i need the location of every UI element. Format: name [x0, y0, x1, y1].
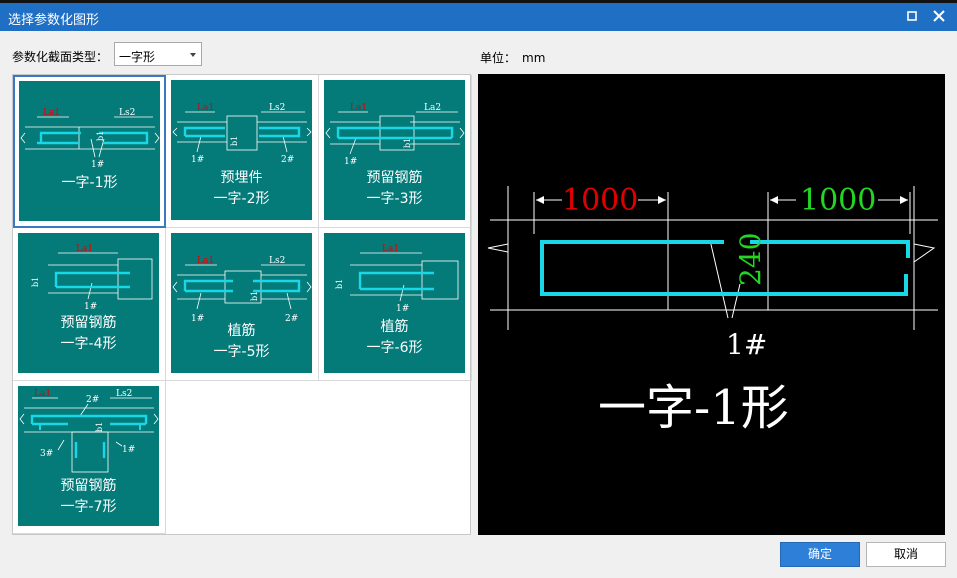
shape-3-drawing: La1 La2 b1 1# [325, 103, 465, 167]
dim-label: b1 [335, 279, 344, 289]
dim-label: La1 [350, 103, 367, 113]
dim-label: b1 [96, 131, 105, 141]
dim-label: b1 [250, 291, 259, 301]
dim-label: b1 [403, 138, 412, 148]
dim-label: Ls2 [119, 108, 135, 118]
shape-thumbnail: La1 Ls2 b1 1# 2# 植筋 一字-5形 [171, 233, 312, 373]
shape-4-drawing: La1 b1 1# [31, 244, 153, 312]
shape-preview: 1000 1000 240 1# 一字-1形 [478, 74, 945, 535]
shape-thumbnail: La1 b1 1# 植筋 一字-6形 [324, 233, 465, 373]
preview-drawing: 1000 1000 240 1# 一字-1形 [487, 183, 938, 436]
shape-caption: 预埋件 一字-2形 [213, 170, 270, 207]
shape-thumbnail: La1 Ls2 b1 1# 2# 3# 预留钢筋 一字-7形 [18, 386, 159, 526]
dim-label: Ls2 [116, 389, 132, 399]
rebar-label: 1# [122, 445, 135, 455]
dim-label: La1 [76, 244, 93, 254]
section-type-label: 参数化截面类型： [12, 50, 109, 64]
dim-label: b1 [31, 277, 40, 287]
cancel-button[interactable]: 取消 [866, 542, 946, 567]
window-title: 选择参数化图形 [8, 13, 100, 28]
close-icon[interactable] [930, 7, 948, 25]
dim-label: b1 [230, 136, 239, 146]
section-type-value: 一字形 [119, 50, 156, 64]
title-bar: 选择参数化图形 [0, 0, 957, 31]
ok-button[interactable]: 确定 [780, 542, 860, 567]
shape-caption: 植筋 一字-5形 [213, 323, 270, 360]
dim-label: b1 [95, 422, 104, 432]
chevron-down-icon [190, 53, 196, 57]
shape-item-2[interactable]: La1 Ls2 b1 1# 2# 预埋件 一字-2形 [166, 75, 319, 228]
unit-label: 单位： mm [480, 51, 546, 65]
shape-item-1[interactable]: La1 Ls2 b1 1# 一字-1形 [13, 75, 166, 228]
rebar-label: 3# [40, 449, 53, 459]
shape-caption: 一字-1形 [61, 175, 118, 191]
dim-label: La1 [197, 256, 214, 266]
shape-item-3[interactable]: La1 La2 b1 1# 预留钢筋 一字-3形 [319, 75, 472, 228]
dim-label: La1 [34, 389, 51, 399]
preview-rebar-label: 1# [726, 328, 767, 361]
section-type-select[interactable]: 一字形 [114, 42, 202, 66]
dim-label: Ls2 [269, 103, 285, 113]
rebar-label: 1# [191, 155, 204, 165]
unit-value: mm [522, 51, 546, 65]
dim-label: La2 [424, 103, 441, 113]
shape-6-drawing: La1 b1 1# [335, 244, 459, 314]
shape-5-drawing: La1 Ls2 b1 1# 2# [172, 256, 312, 324]
rebar-label: 1# [84, 302, 97, 312]
dim-label: La1 [43, 108, 60, 118]
preview-caption: 一字-1形 [598, 380, 789, 436]
shape-caption: 预留钢筋 一字-7形 [60, 478, 117, 515]
shape-7-drawing: La1 Ls2 b1 1# 2# 3# [19, 389, 159, 473]
preview-right-dimension: 1000 [800, 183, 876, 218]
title-bar-top-strip [0, 0, 957, 3]
preview-rebar [540, 240, 910, 296]
preview-width-dimension: 240 [734, 233, 767, 286]
shape-item-4[interactable]: La1 b1 1# 预留钢筋 一字-4形 [13, 228, 166, 381]
shape-thumbnail: La1 b1 1# 预留钢筋 一字-4形 [18, 233, 159, 373]
shape-1-drawing: La1 Ls2 b1 1# [20, 108, 160, 170]
shape-item-7[interactable]: La1 Ls2 b1 1# 2# 3# 预留钢筋 一字-7形 [13, 381, 166, 534]
rebar-label: 2# [86, 395, 99, 405]
rebar-label: 1# [344, 157, 357, 167]
dim-label: La1 [197, 103, 214, 113]
maximize-icon[interactable] [904, 8, 920, 24]
preview-left-dimension: 1000 [562, 183, 638, 218]
rebar-label: 1# [396, 304, 409, 314]
shape-thumbnail: La1 La2 b1 1# 预留钢筋 一字-3形 [324, 80, 465, 220]
shape-2-drawing: La1 Ls2 b1 1# 2# [172, 103, 312, 165]
dim-label: La1 [382, 244, 399, 254]
shape-gallery: La1 Ls2 b1 1# 一字-1形 La1 Ls2 b1 1# 2# 预埋件… [12, 74, 472, 535]
shape-caption: 预留钢筋 一字-4形 [60, 315, 117, 352]
rebar-label: 2# [281, 155, 294, 165]
shape-caption: 预留钢筋 一字-3形 [366, 170, 423, 207]
shape-thumbnail: La1 Ls2 b1 1# 一字-1形 [19, 81, 160, 221]
shape-item-5[interactable]: La1 Ls2 b1 1# 2# 植筋 一字-5形 [166, 228, 319, 381]
shape-thumbnail: La1 Ls2 b1 1# 2# 预埋件 一字-2形 [171, 80, 312, 220]
shape-item-6[interactable]: La1 b1 1# 植筋 一字-6形 [319, 228, 472, 381]
shape-caption: 植筋 一字-6形 [366, 319, 423, 356]
rebar-label: 1# [91, 160, 104, 170]
dim-label: Ls2 [269, 256, 285, 266]
